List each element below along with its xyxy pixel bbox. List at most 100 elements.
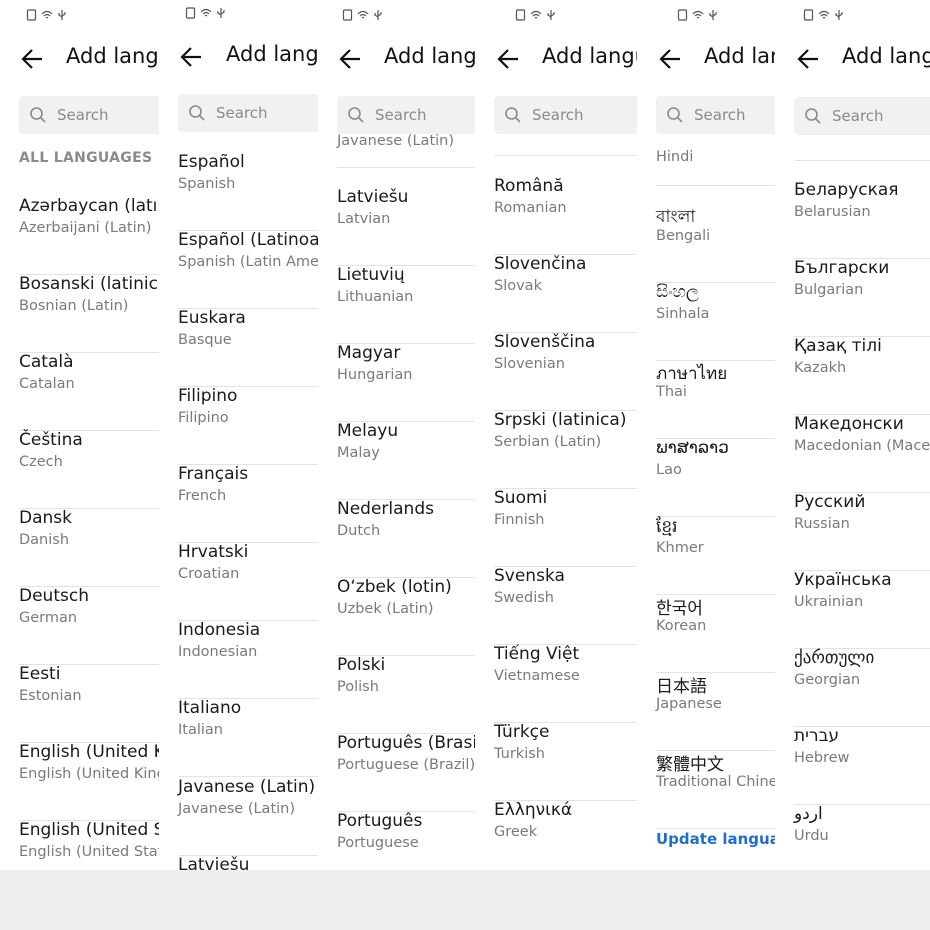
- list-item[interactable]: Euskara Basque: [178, 308, 318, 387]
- list-item[interactable]: Eesti Estonian: [19, 664, 159, 743]
- list-item[interactable]: Srpski (latinica) Serbian (Latin): [494, 410, 637, 489]
- list-item[interactable]: Bosanski (latinica) Bosnian (Latin): [19, 274, 159, 353]
- list-item[interactable]: Magyar Hungarian: [337, 343, 475, 422]
- list-item[interactable]: Filipino Filipino: [178, 386, 318, 465]
- search-placeholder: Search: [216, 104, 268, 122]
- language-native-name: اردو: [794, 804, 823, 824]
- language-english-name: Ukrainian: [794, 594, 864, 610]
- search-input[interactable]: Search: [794, 97, 930, 135]
- list-item[interactable]: Беларуская Belarusian: [794, 180, 930, 259]
- list-item[interactable]: English (United States) English (United S…: [19, 820, 159, 870]
- list-item[interactable]: Қазақ тілі Kazakh: [794, 336, 930, 415]
- list-item[interactable]: Deutsch German: [19, 586, 159, 665]
- search-placeholder: Search: [832, 107, 884, 125]
- list-item[interactable]: বাংলা Bengali: [656, 204, 775, 283]
- list-item[interactable]: Dansk Danish: [19, 508, 159, 587]
- list-item[interactable]: Polski Polish: [337, 655, 475, 734]
- search-input[interactable]: Search: [494, 96, 637, 134]
- app-bar: Add language: [318, 36, 475, 84]
- list-item[interactable]: ภาษาไทย Thai: [656, 360, 775, 439]
- wifi-icon: [357, 10, 369, 19]
- language-english-name: Javanese (Latin): [178, 801, 296, 817]
- back-arrow-icon[interactable]: [179, 44, 205, 70]
- search-input[interactable]: Search: [178, 94, 318, 132]
- list-item[interactable]: O‘zbek (lotin) Uzbek (Latin): [337, 577, 475, 656]
- list-item[interactable]: Slovenščina Slovenian: [494, 332, 637, 411]
- language-english-name: Uzbek (Latin): [337, 601, 434, 617]
- language-native-name: O‘zbek (lotin): [337, 577, 452, 597]
- list-item[interactable]: Hrvatski Croatian: [178, 542, 318, 621]
- list-item[interactable]: Čeština Czech: [19, 430, 159, 509]
- list-item[interactable]: Ελληνικά Greek: [494, 800, 637, 870]
- update-language-link[interactable]: Update language: [656, 830, 775, 848]
- list-item[interactable]: Български Bulgarian: [794, 258, 930, 337]
- language-native-name: Русский: [794, 492, 866, 512]
- list-item[interactable]: Lietuvių Lithuanian: [337, 265, 475, 344]
- status-bar: [803, 8, 845, 22]
- search-input[interactable]: Search: [337, 96, 475, 134]
- app-bar: Add language: [637, 36, 775, 84]
- list-item[interactable]: ខ្មែរ Khmer: [656, 516, 775, 595]
- list-item[interactable]: Русский Russian: [794, 492, 930, 571]
- list-item[interactable]: Português Portuguese: [337, 811, 475, 870]
- list-item[interactable]: Latviešu Latvian: [337, 187, 475, 266]
- screenshot-panel: Add language Search ALL LANGUAGES Azərba…: [0, 0, 159, 870]
- language-english-name: Russian: [794, 516, 850, 532]
- language-english-name: Vietnamese: [494, 668, 580, 684]
- list-item[interactable]: Українська Ukrainian: [794, 570, 930, 649]
- language-english-name: Korean: [656, 618, 707, 634]
- list-item[interactable]: Español (Latinoamérica) Spanish (Latin Am…: [178, 230, 318, 309]
- list-item[interactable]: اردو Urdu: [794, 804, 930, 870]
- language-english-name: Lao: [656, 462, 682, 478]
- language-native-name: 한국어: [656, 599, 703, 619]
- list-item[interactable]: Română Romanian: [494, 176, 637, 255]
- list-item[interactable]: Español Spanish: [178, 152, 318, 231]
- language-english-name: Portuguese (Brazil): [337, 757, 475, 773]
- list-item[interactable]: Català Catalan: [19, 352, 159, 431]
- language-native-name: Srpski (latinica): [494, 410, 627, 430]
- back-arrow-icon[interactable]: [20, 46, 46, 72]
- search-icon: [189, 105, 205, 121]
- app-bar: Add language: [0, 36, 159, 84]
- list-item[interactable]: Nederlands Dutch: [337, 499, 475, 578]
- list-item[interactable]: English (United Kingdom) English (United …: [19, 742, 159, 821]
- language-native-name: Nederlands: [337, 499, 434, 519]
- list-item[interactable]: Slovenčina Slovak: [494, 254, 637, 333]
- back-arrow-icon[interactable]: [496, 46, 522, 72]
- list-item[interactable]: Türkçe Turkish: [494, 722, 637, 801]
- list-item[interactable]: Italiano Italian: [178, 698, 318, 777]
- list-item[interactable]: Azərbaycan (latın) Azerbaijani (Latin): [19, 196, 159, 275]
- list-item[interactable]: עברית Hebrew: [794, 726, 930, 805]
- list-item[interactable]: Português (Brasil) Portuguese (Brazil): [337, 733, 475, 812]
- list-item[interactable]: Latviešu: [178, 855, 318, 870]
- list-item[interactable]: 한국어 Korean: [656, 594, 775, 673]
- list-item[interactable]: Tiếng Việt Vietnamese: [494, 644, 637, 723]
- list-item[interactable]: Melayu Malay: [337, 421, 475, 500]
- back-arrow-icon[interactable]: [658, 46, 684, 72]
- list-item[interactable]: ქართული Georgian: [794, 648, 930, 727]
- language-english-name: Urdu: [794, 828, 829, 844]
- back-arrow-icon[interactable]: [796, 46, 822, 72]
- list-item[interactable]: Français French: [178, 464, 318, 543]
- language-english-name: Bosnian (Latin): [19, 298, 129, 314]
- list-item[interactable]: Hindi: [656, 130, 775, 186]
- list-item[interactable]: Indonesia Indonesian: [178, 620, 318, 699]
- list-item[interactable]: 日本語 Japanese: [656, 672, 775, 751]
- list-item[interactable]: සිංහල Sinhala: [656, 282, 775, 361]
- list-item[interactable]: Suomi Finnish: [494, 488, 637, 567]
- language-english-name: Serbian (Latin): [494, 434, 602, 450]
- language-english-name: Slovak: [494, 278, 542, 294]
- language-native-name: Latviešu: [178, 855, 250, 870]
- list-item[interactable]: 繁體中文Traditional Chinese: [656, 750, 775, 829]
- search-input[interactable]: Search: [656, 96, 775, 134]
- back-arrow-icon[interactable]: [338, 46, 364, 72]
- search-input[interactable]: Search: [19, 96, 159, 134]
- usb-icon: [835, 10, 843, 20]
- list-item[interactable]: ພາສາລາວ Lao: [656, 438, 775, 517]
- usb-icon: [547, 10, 555, 20]
- language-english-name: Thai: [656, 384, 687, 400]
- list-item[interactable]: Javanese (Latin) Javanese (Latin): [178, 777, 318, 856]
- list-item[interactable]: Македонски Macedonian (Macedonia): [794, 414, 930, 493]
- language-native-name: Slovenščina: [494, 332, 596, 352]
- list-item[interactable]: Svenska Swedish: [494, 566, 637, 645]
